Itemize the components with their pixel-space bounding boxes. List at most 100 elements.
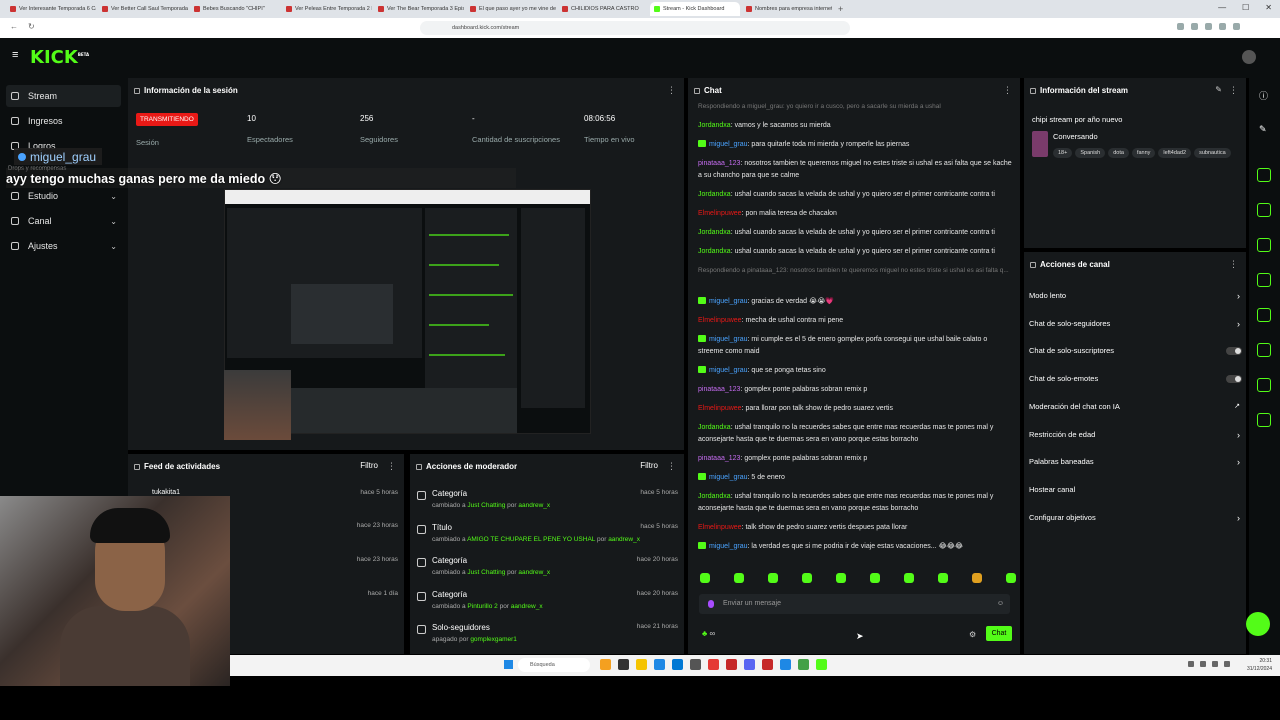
- taskbar-clock[interactable]: 20:31 31/12/2024: [1247, 657, 1272, 673]
- stream-tag[interactable]: subnautica: [1194, 148, 1231, 158]
- chat-message[interactable]: Elmelinpuwee: mecha de ushal contra mi p…: [698, 315, 1014, 327]
- chat-message[interactable]: miguel_grau: la verdad es que si me podr…: [698, 541, 1014, 553]
- chat-message[interactable]: miguel_grau: gracias de verdad 😭😭💗: [698, 296, 1014, 308]
- back-icon[interactable]: ←: [10, 22, 18, 31]
- feed-filter-button[interactable]: Filtro: [360, 461, 378, 470]
- extension-icon[interactable]: [1219, 23, 1226, 30]
- feed-username[interactable]: tukakita1: [152, 489, 180, 496]
- kick-logo[interactable]: KICKBETA: [30, 47, 89, 68]
- chat-username[interactable]: Elmelinpuwee: [698, 317, 742, 324]
- user-avatar[interactable]: [1242, 50, 1256, 64]
- browser-tab[interactable]: Ver Interesante Temporada 6 Ca: [6, 2, 96, 16]
- toggle-switch[interactable]: [1226, 375, 1242, 384]
- reload-icon[interactable]: ↻: [28, 22, 35, 31]
- wifi-icon[interactable]: [1212, 661, 1218, 667]
- minimize-icon[interactable]: —: [1218, 3, 1226, 12]
- app-icon[interactable]: [798, 659, 809, 670]
- chat-username[interactable]: Jordandxa: [698, 248, 731, 255]
- browser-tab[interactable]: El que paso ayer yo me vine destiño: [466, 2, 556, 16]
- app-icon[interactable]: [726, 659, 737, 670]
- app-icon[interactable]: [618, 659, 629, 670]
- kebab-menu-icon[interactable]: ⋮: [667, 461, 676, 472]
- mod-detail-user[interactable]: aandrew_x: [518, 502, 550, 509]
- stream-tag[interactable]: 18+: [1053, 148, 1073, 158]
- chat-settings-gear-icon[interactable]: ⚙: [969, 630, 976, 639]
- channel-action-row[interactable]: Moderación del chat con IA ↗: [1029, 397, 1244, 417]
- sidebar-item-ingresos[interactable]: Ingresos: [6, 110, 121, 132]
- broadcast-icon[interactable]: [1257, 308, 1271, 322]
- mod-detail-user[interactable]: aandrew_x: [518, 569, 550, 576]
- emote-icon[interactable]: [938, 573, 948, 583]
- close-icon[interactable]: ✕: [1265, 3, 1272, 12]
- chat-message[interactable]: pinataaa_123: nosotros tambien te querem…: [698, 158, 1014, 182]
- kebab-menu-icon[interactable]: ⋮: [1229, 259, 1238, 270]
- chat-message[interactable]: Jordandxa: ushal cuando sacas la velada …: [698, 189, 1014, 201]
- chat-username[interactable]: Jordandxa: [698, 493, 731, 500]
- app-icon[interactable]: [780, 659, 791, 670]
- tray-icon[interactable]: [1188, 661, 1194, 667]
- stream-category[interactable]: Conversando: [1053, 132, 1098, 141]
- sidebar-item-estudio[interactable]: Estudio ⌄: [6, 185, 121, 207]
- chat-input[interactable]: Enviar un mensaje ☺: [699, 594, 1010, 614]
- chat-message-list[interactable]: Respondiendo a miguel_grau: yo quiero ir…: [698, 101, 1014, 561]
- chat-username[interactable]: pinataaa_123: [698, 455, 740, 462]
- emote-icon[interactable]: [904, 573, 914, 583]
- channel-action-row[interactable]: Configurar objetivos ›: [1029, 508, 1244, 528]
- pencil-icon[interactable]: ✎: [1215, 85, 1222, 94]
- extension-icon[interactable]: [1205, 23, 1212, 30]
- channel-action-row[interactable]: Chat de solo-emotes: [1029, 369, 1244, 389]
- new-tab-icon[interactable]: +: [838, 4, 843, 14]
- brave-icon[interactable]: [708, 659, 719, 670]
- toggle-switch[interactable]: [1226, 347, 1242, 356]
- channel-action-row[interactable]: Hostear canal: [1029, 480, 1244, 500]
- stream-tag[interactable]: dota: [1108, 148, 1129, 158]
- users-icon[interactable]: [1257, 413, 1271, 427]
- browser-tab[interactable]: Nombres para empresa internet: [742, 2, 832, 16]
- folder-icon[interactable]: [636, 659, 647, 670]
- chat-message[interactable]: pinataaa_123: gomplex ponte palabras sob…: [698, 453, 1014, 465]
- chat-username[interactable]: miguel_grau: [709, 298, 748, 305]
- stream-tag[interactable]: Spanish: [1075, 148, 1106, 158]
- hamburger-menu-icon[interactable]: ≡: [12, 50, 20, 61]
- store-icon[interactable]: [672, 659, 683, 670]
- chat-username[interactable]: Elmelinpuwee: [698, 210, 742, 217]
- stream-tag[interactable]: fanny: [1131, 148, 1156, 158]
- channel-action-row[interactable]: Restricción de edad ›: [1029, 425, 1244, 445]
- emote-icon[interactable]: [1006, 573, 1016, 583]
- emote-icon[interactable]: [734, 573, 744, 583]
- extension-icon[interactable]: [1177, 23, 1184, 30]
- chat-send-button[interactable]: Chat: [986, 626, 1012, 641]
- emote-icon[interactable]: [870, 573, 880, 583]
- chat-message[interactable]: miguel_grau: para quitarle toda mi mierd…: [698, 139, 1014, 151]
- edge-icon[interactable]: [654, 659, 665, 670]
- chat-username[interactable]: miguel_grau: [709, 474, 748, 481]
- phone-icon[interactable]: [1257, 343, 1271, 357]
- app-icon[interactable]: [600, 659, 611, 670]
- app-icon[interactable]: [690, 659, 701, 670]
- extension-icon[interactable]: [1233, 23, 1240, 30]
- channel-action-row[interactable]: Modo lento ›: [1029, 286, 1244, 306]
- chat-message[interactable]: Jordandxa: ushal tranquilo no la recuerd…: [698, 422, 1014, 446]
- chat-username[interactable]: miguel_grau: [709, 543, 748, 550]
- chat-message[interactable]: miguel_grau: mi cumple es el 5 de enero …: [698, 334, 1014, 358]
- kebab-menu-icon[interactable]: ⋮: [1229, 85, 1238, 96]
- chat-username[interactable]: Jordandxa: [698, 122, 731, 129]
- green-action-icon[interactable]: [1246, 612, 1270, 636]
- mod-detail-user[interactable]: gomplexgamer1: [470, 636, 517, 643]
- chat-username[interactable]: miguel_grau: [709, 367, 748, 374]
- mod-filter-button[interactable]: Filtro: [640, 461, 658, 470]
- chat-message[interactable]: Jordandxa: ushal cuando sacas la velada …: [698, 227, 1014, 239]
- chat-message[interactable]: pinataaa_123: porque el capibara tiene r…: [698, 560, 1014, 561]
- chat-bubble-icon[interactable]: [1257, 273, 1271, 287]
- sidebar-item-ajustes[interactable]: Ajustes ⌄: [6, 235, 121, 257]
- emote-icon[interactable]: [768, 573, 778, 583]
- channel-action-row[interactable]: Chat de solo-seguidores ›: [1029, 314, 1244, 334]
- tray-icon[interactable]: [1200, 661, 1206, 667]
- maximize-icon[interactable]: ☐: [1242, 3, 1249, 12]
- emoji-icon[interactable]: ☺: [997, 594, 1004, 614]
- sidebar-item-canal[interactable]: Canal ⌄: [6, 210, 121, 232]
- document-icon[interactable]: [1257, 238, 1271, 252]
- emote-icon[interactable]: [972, 573, 982, 583]
- mod-detail-user[interactable]: aandrew_x: [608, 536, 640, 543]
- chat-message[interactable]: Jordandxa: ushal tranquilo no la recuerd…: [698, 491, 1014, 515]
